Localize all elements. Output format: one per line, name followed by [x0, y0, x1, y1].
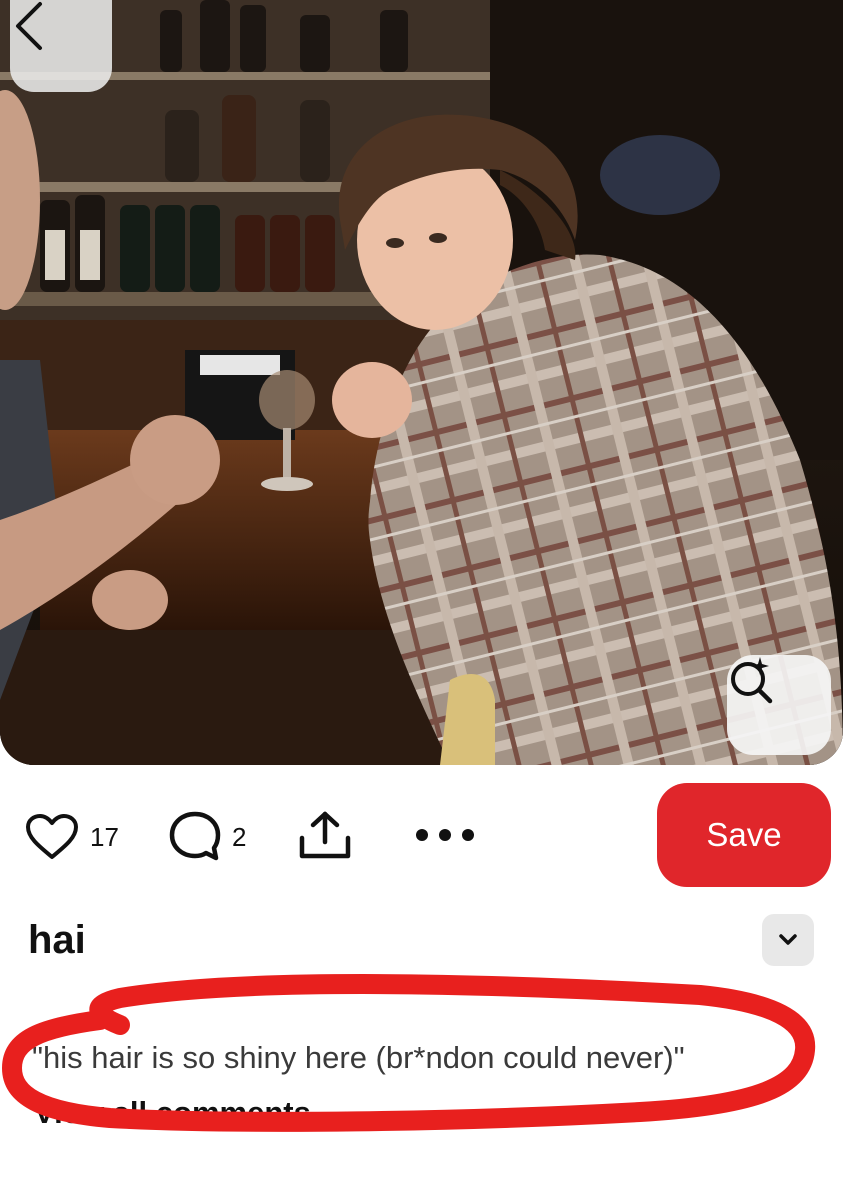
lens-sparkle-icon: [731, 657, 773, 704]
save-button[interactable]: Save: [657, 783, 831, 887]
action-bar: 17 2 Save: [0, 780, 843, 890]
chevron-left-icon: [16, 2, 42, 50]
comment-trailing: .: [798, 1040, 807, 1075]
top-comment: "his hair is so shiny here (br*ndon coul…: [32, 1040, 685, 1075]
expand-details-button[interactable]: [762, 914, 814, 966]
chevron-down-icon: [779, 934, 797, 945]
like-count: 17: [90, 821, 119, 852]
pin-title: hai: [28, 918, 86, 962]
visual-search-button[interactable]: [727, 655, 831, 755]
bar-photo: [0, 0, 843, 765]
comment-count: 2: [232, 821, 247, 852]
share-icon: [299, 811, 351, 859]
heart-icon: [26, 814, 78, 859]
back-button[interactable]: [10, 0, 112, 92]
like-button[interactable]: 17: [24, 813, 119, 861]
comment-button[interactable]: 2: [168, 810, 246, 864]
speech-bubble-icon: [169, 811, 221, 861]
more-dots-icon: [416, 829, 474, 841]
pin-image[interactable]: [0, 0, 843, 765]
share-button[interactable]: [298, 810, 352, 860]
view-all-comments-link[interactable]: View all comments: [34, 1095, 311, 1131]
more-button[interactable]: [415, 828, 475, 842]
